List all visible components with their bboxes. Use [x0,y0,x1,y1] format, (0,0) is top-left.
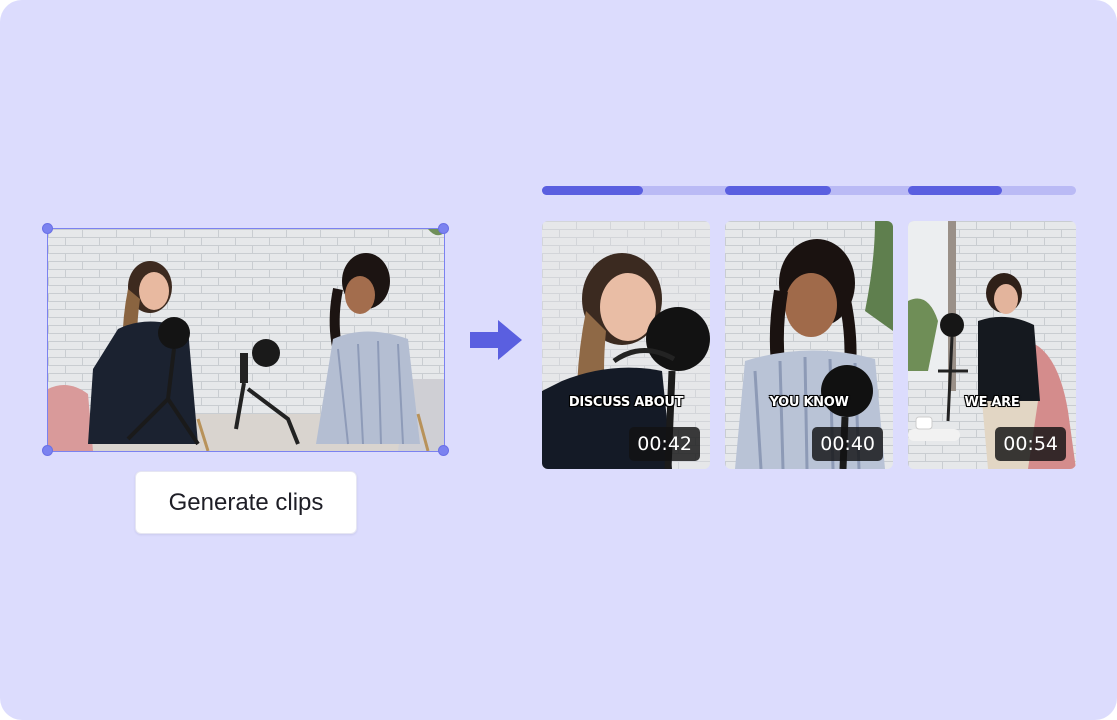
clip-duration-badge: 00:42 [629,427,700,461]
generate-clips-button[interactable]: Generate clips [135,471,357,534]
source-video[interactable] [48,229,444,451]
resize-handle-top-right[interactable] [438,223,449,234]
clip-card[interactable]: DISCUSS ABOUT 00:42 [542,221,710,469]
clip-progress-segment [542,186,643,195]
resize-handle-bottom-left[interactable] [42,445,53,456]
arrow-right-icon [470,320,522,360]
resize-handle-top-left[interactable] [42,223,53,234]
resize-handle-bottom-right[interactable] [438,445,449,456]
clip-caption: YOU KNOW [769,395,849,410]
clip-card[interactable]: WE ARE 00:54 [908,221,1076,469]
clip-duration-badge: 00:40 [812,427,883,461]
clip-progress-segment [725,186,831,195]
canvas: Generate clips DISCUSS ABOUT 00:42 YOU K… [0,0,1117,720]
clip-caption: WE ARE [964,395,1020,410]
clip-caption: DISCUSS ABOUT [568,395,684,410]
clip-duration-badge: 00:54 [995,427,1066,461]
clip-card[interactable]: YOU KNOW 00:40 [725,221,893,469]
clip-progress-segment [908,186,1002,195]
source-video-image [48,229,444,451]
